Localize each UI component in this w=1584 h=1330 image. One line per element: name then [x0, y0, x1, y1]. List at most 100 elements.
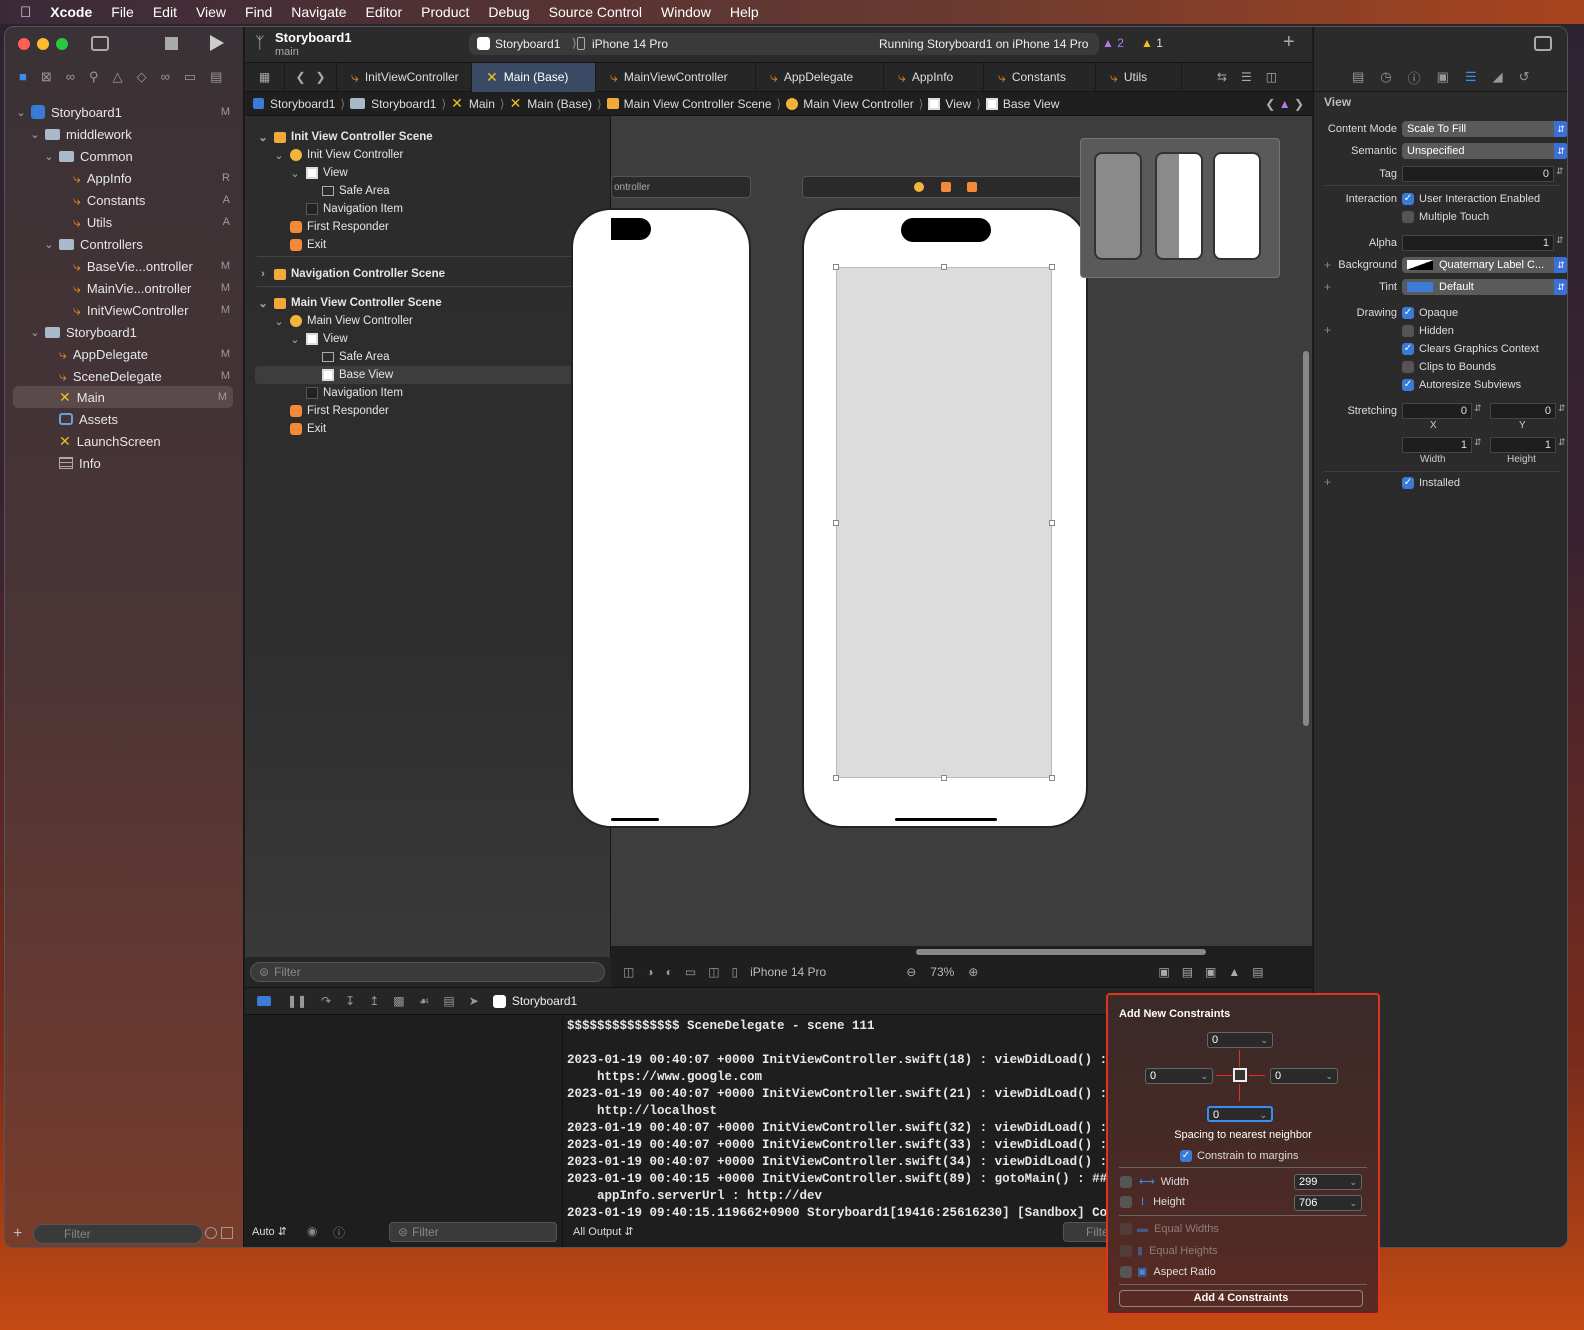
preview-device-light[interactable]: [1213, 152, 1261, 260]
environment-icon[interactable]: ▤: [443, 994, 454, 1008]
tint-popup[interactable]: Default ⇵: [1402, 279, 1567, 295]
aspect-ratio-checkbox[interactable]: ▣ Aspect Ratio: [1120, 1265, 1216, 1278]
tree-item-file[interactable]: ⤷ Utils A: [5, 211, 244, 233]
split-view-icon[interactable]: ◫: [708, 965, 719, 979]
menu-editor[interactable]: Editor: [366, 4, 403, 20]
outline-scene[interactable]: ⌄ Init View Controller Scene: [257, 128, 432, 146]
menu-file[interactable]: File: [111, 4, 134, 20]
resize-handle[interactable]: [1049, 264, 1055, 270]
chevron-down-icon[interactable]: ⌄: [1349, 1196, 1357, 1210]
tree-item-folder[interactable]: ⌄ middlework: [5, 123, 244, 145]
memory-graph-icon[interactable]: ☙: [419, 994, 430, 1008]
tab-appdelegate[interactable]: ⤷ AppDelegate: [756, 62, 884, 92]
outline-scene[interactable]: ⌄ Main View Controller Scene: [257, 294, 441, 312]
outline-item[interactable]: ⌄ Main View Controller: [273, 312, 413, 330]
stretch-height-field[interactable]: 1: [1490, 437, 1556, 453]
tree-item-file[interactable]: ⤷ MainVie...ontroller M: [5, 277, 244, 299]
hidden-checkbox[interactable]: Hidden: [1402, 325, 1454, 337]
outline-item[interactable]: Navigation Item: [306, 384, 403, 402]
tree-item-file[interactable]: ⤷ InitViewController M: [5, 299, 244, 321]
outline-item-selected[interactable]: Base View: [255, 366, 599, 384]
clears-graphics-checkbox[interactable]: ✓ Clears Graphics Context: [1402, 343, 1539, 355]
trailing-constraint-field[interactable]: 0 ⌄: [1270, 1068, 1338, 1084]
tree-item-folder[interactable]: ⌄ Common: [5, 145, 244, 167]
chevron-down-icon[interactable]: ⌄: [289, 167, 301, 180]
resize-handle[interactable]: [833, 264, 839, 270]
orientation-icon[interactable]: ▭: [685, 965, 696, 979]
connections-inspector-icon[interactable]: ↺: [1519, 69, 1530, 85]
debug-icon[interactable]: ∞: [161, 69, 170, 85]
leading-constraint-field[interactable]: 0 ⌄: [1145, 1068, 1213, 1084]
outline-item[interactable]: Navigation Item: [306, 200, 403, 218]
dark-mode-icon[interactable]: ◐: [666, 965, 673, 979]
scheme-selector[interactable]: Storyboard1: [495, 37, 560, 51]
outline-filter-input[interactable]: ⊜ Filter: [250, 962, 605, 982]
chevron-down-icon[interactable]: ⌄: [257, 131, 269, 144]
first-responder-icon[interactable]: [941, 182, 951, 192]
appearance-icon[interactable]: ◑: [646, 965, 653, 979]
stretch-y-stepper[interactable]: ⇵: [1558, 403, 1566, 414]
chevron-down-icon[interactable]: ⌄: [257, 297, 269, 310]
bottom-strut[interactable]: [1239, 1084, 1240, 1101]
back-icon[interactable]: ❮: [1265, 97, 1275, 111]
outline-item[interactable]: Safe Area: [322, 348, 390, 366]
recent-files-icon[interactable]: [205, 1227, 217, 1239]
resolve-issues-icon[interactable]: ▲: [1228, 965, 1240, 979]
chevron-down-icon[interactable]: ⌄: [1325, 1069, 1333, 1083]
tab-constants[interactable]: ⤷ Constants: [984, 62, 1096, 92]
close-window-button[interactable]: [18, 38, 30, 50]
grid-icon[interactable]: ▦: [245, 62, 285, 92]
run-icon[interactable]: [210, 35, 224, 51]
preview-device-split[interactable]: [1155, 152, 1203, 260]
opaque-checkbox[interactable]: ✓ Opaque: [1402, 307, 1458, 319]
chevron-right-icon[interactable]: ›: [257, 268, 269, 280]
breadcrumb-main-base[interactable]: Main (Base): [527, 97, 592, 111]
outline-scene[interactable]: › Navigation Controller Scene: [257, 265, 445, 283]
add-icon[interactable]: +: [13, 1225, 22, 1243]
pause-icon[interactable]: ❚❚: [287, 994, 307, 1008]
top-constraint-field[interactable]: 0 ⌄: [1207, 1032, 1273, 1048]
chevron-down-icon[interactable]: ⌄: [273, 149, 285, 162]
installed-checkbox[interactable]: ✓ Installed: [1402, 477, 1460, 489]
info-icon[interactable]: ⓘ: [333, 1224, 345, 1241]
outline-item[interactable]: ⌄ View: [289, 330, 348, 348]
report-icon[interactable]: ▤: [210, 69, 222, 85]
breadcrumb-project[interactable]: Storyboard1: [270, 97, 335, 111]
branch-name[interactable]: main: [275, 46, 299, 58]
location-icon[interactable]: ➤: [469, 994, 479, 1008]
outline-item[interactable]: Safe Area: [322, 182, 390, 200]
size-inspector-icon[interactable]: ◢: [1493, 69, 1503, 85]
forward-icon[interactable]: ❯: [1294, 97, 1304, 111]
output-selector[interactable]: All Output ⇵: [573, 1225, 634, 1238]
minimize-window-button[interactable]: [37, 38, 49, 50]
outline-item[interactable]: First Responder: [290, 402, 389, 420]
chevron-down-icon[interactable]: ⌄: [273, 315, 285, 328]
top-strut[interactable]: [1239, 1050, 1240, 1067]
width-checkbox[interactable]: ⟷ Width: [1120, 1175, 1189, 1188]
resize-handle[interactable]: [941, 775, 947, 781]
outline-item[interactable]: First Responder: [290, 218, 389, 236]
leading-strut[interactable]: [1216, 1075, 1232, 1076]
init-view-controller-frame[interactable]: [571, 208, 751, 828]
zoom-out-icon[interactable]: ⊖: [906, 965, 916, 979]
warning-icon[interactable]: △: [113, 69, 123, 85]
breadcrumb-scene[interactable]: Main View Controller Scene: [624, 97, 772, 111]
device-selector[interactable]: iPhone 14 Pro: [592, 37, 668, 51]
tree-item-file[interactable]: Assets: [5, 408, 244, 430]
exit-icon[interactable]: [967, 182, 977, 192]
breadcrumb-view[interactable]: View: [945, 97, 971, 111]
resize-handle[interactable]: [1049, 775, 1055, 781]
width-field[interactable]: 299 ⌄: [1294, 1174, 1362, 1190]
file-inspector-icon[interactable]: ▤: [1352, 69, 1364, 85]
source-control-icon[interactable]: ⊠: [41, 69, 52, 85]
eye-icon[interactable]: ◉: [307, 1224, 317, 1238]
help-inspector-icon[interactable]: ⓘ: [1408, 68, 1421, 87]
user-interaction-checkbox[interactable]: ✓ User Interaction Enabled: [1402, 193, 1540, 205]
resize-handle[interactable]: [1049, 520, 1055, 526]
autoresize-checkbox[interactable]: ✓ Autoresize Subviews: [1402, 379, 1521, 391]
height-checkbox[interactable]: I Height: [1120, 1196, 1185, 1208]
multiple-touch-checkbox[interactable]: Multiple Touch: [1402, 211, 1489, 223]
stretch-height-stepper[interactable]: ⇵: [1558, 437, 1566, 448]
chevron-down-icon[interactable]: ⌄: [289, 333, 301, 346]
tree-item-file[interactable]: ⤷ SceneDelegate M: [5, 365, 244, 387]
